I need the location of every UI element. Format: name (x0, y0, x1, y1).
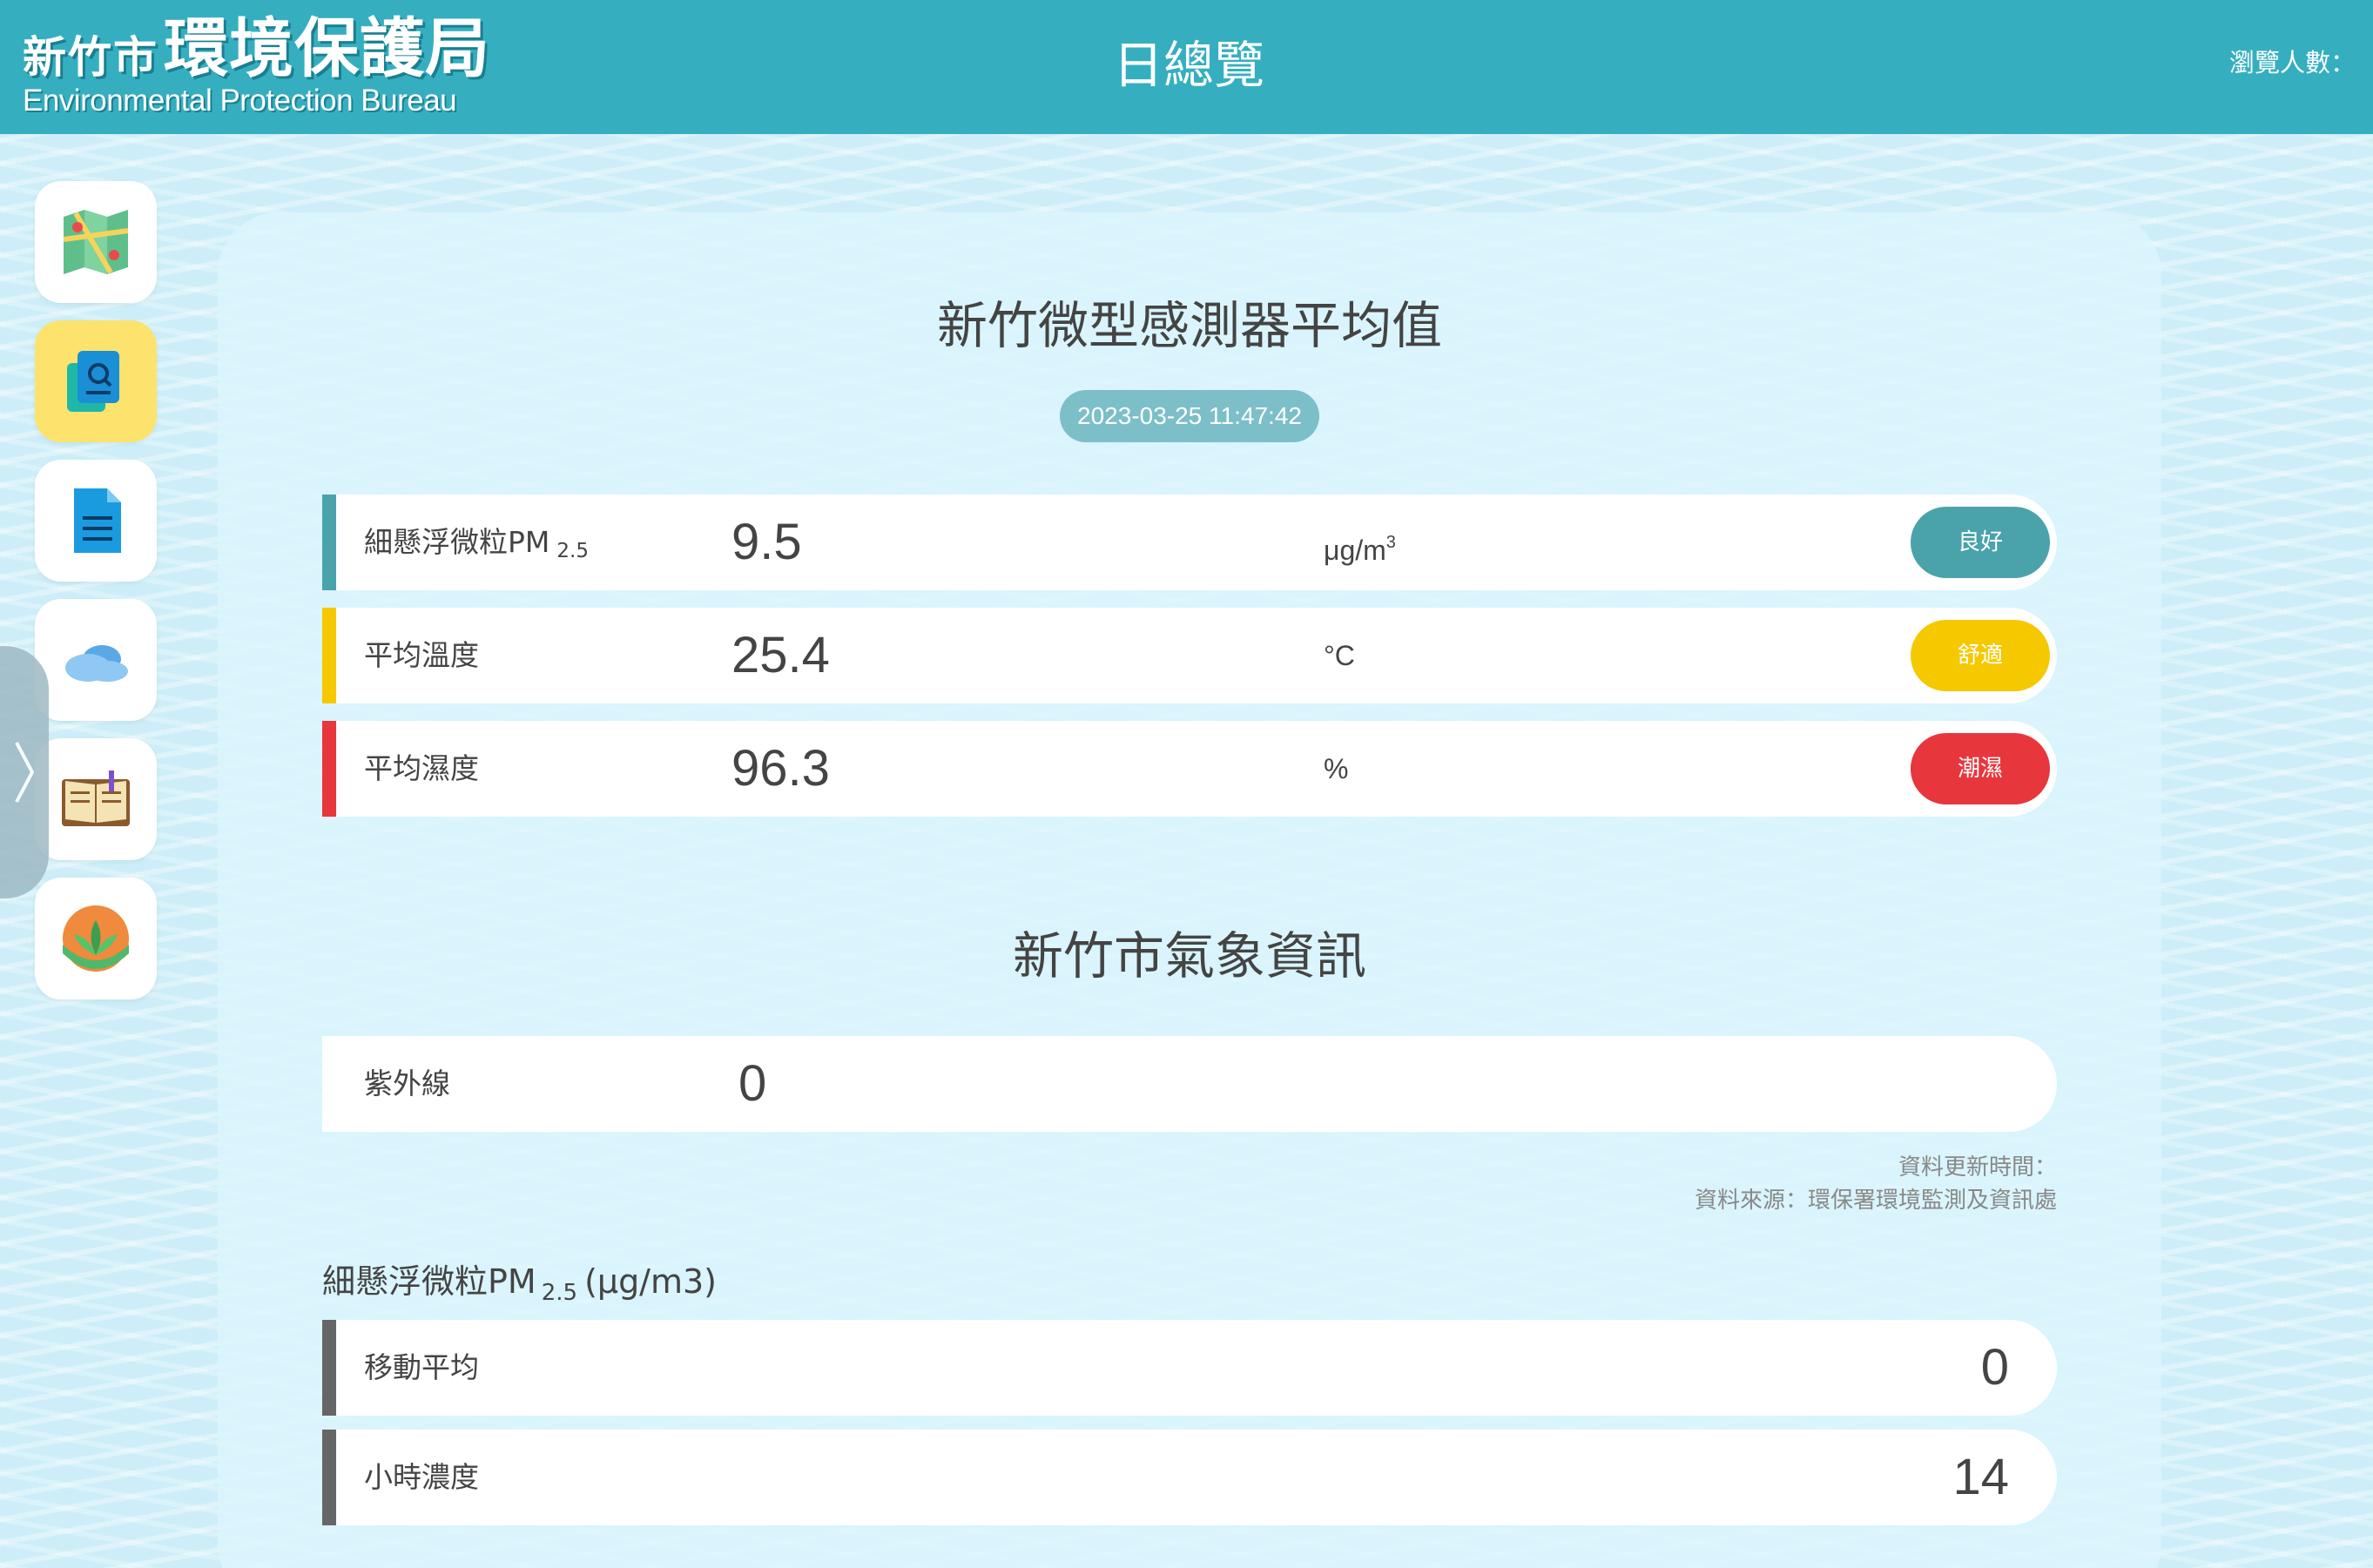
uv-label: 紫外線 (364, 1067, 450, 1100)
document-search-icon (67, 351, 119, 412)
row-unit: μg/m3 (1324, 533, 1396, 566)
timestamp-badge: 2023-03-25 11:47:42 (1060, 390, 1319, 442)
sensor-section-title: 新竹微型感測器平均值 (936, 296, 1442, 355)
update-time-label: 資料更新時間： (1898, 1154, 2057, 1181)
weather-section-title: 新竹市氣象資訊 (1012, 926, 1366, 986)
row-unit: °C (1324, 640, 1355, 671)
document-icon (74, 488, 121, 553)
row-label: 小時濃度 (364, 1460, 479, 1494)
sensor-row-pm25: 細懸浮微粒PM 2.5 9.5 μg/m3 良好 (322, 495, 2057, 590)
logo-agency-text: 環境保護局 (164, 11, 490, 86)
row-value: 96.3 (731, 740, 830, 797)
sidebar-item-knowledge[interactable] (35, 738, 157, 860)
pm25-row-moving-average: 移動平均 0 (322, 1320, 2057, 1416)
page-title: 日總覽 (1112, 36, 1264, 95)
pm25-row-hourly: 小時濃度 14 (322, 1430, 2057, 1525)
row-label: 平均溫度 (364, 638, 479, 672)
row-value: 25.4 (731, 627, 830, 683)
pm25-heading: 細懸浮微粒PM 2.5 (μg/m3) (322, 1262, 718, 1306)
row-color-bar (322, 495, 336, 590)
data-source-info: 資料更新時間： 資料來源：環保署環境監測及資訊處 (1695, 1151, 2057, 1217)
sidebar-toggle[interactable] (0, 646, 49, 898)
sidebar-item-daily-overview[interactable] (35, 320, 157, 442)
status-badge: 舒適 (1911, 620, 2050, 691)
row-value: 14 (1952, 1449, 2009, 1505)
row-label: 細懸浮微粒PM 2.5 (364, 525, 589, 562)
uv-value: 0 (738, 1055, 767, 1112)
epb-logo[interactable]: 新竹市 環境保護局 Environmental Protection Burea… (23, 11, 493, 118)
top-header: 新竹市 環境保護局 Environmental Protection Burea… (0, 0, 2373, 134)
sensor-row-temperature: 平均溫度 25.4 °C 舒適 (322, 608, 2057, 703)
uv-row: 紫外線 0 (322, 1036, 2057, 1132)
logo-city-text: 新竹市 (23, 32, 158, 83)
sidebar-item-document[interactable] (35, 460, 157, 582)
sidebar-item-map[interactable] (35, 181, 157, 303)
sidebar (35, 181, 157, 1017)
logo-english-text: Environmental Protection Bureau (23, 84, 457, 118)
status-badge: 良好 (1911, 507, 2050, 578)
row-color-bar (322, 1320, 336, 1416)
row-color-bar (322, 721, 336, 817)
chevron-right-icon (15, 742, 35, 803)
cloud-icon (65, 645, 128, 682)
sidebar-item-weather[interactable] (35, 599, 157, 721)
row-label: 移動平均 (364, 1350, 479, 1384)
eco-leaf-icon (63, 905, 129, 972)
status-badge: 潮濕 (1911, 733, 2050, 804)
row-color-bar (322, 608, 336, 703)
row-value: 0 (1980, 1339, 2009, 1396)
row-color-bar (322, 1430, 336, 1525)
source-label: 資料來源：環保署環境監測及資訊處 (1694, 1188, 2057, 1214)
map-icon (63, 210, 129, 274)
book-icon (62, 771, 130, 826)
main-card: 新竹微型感測器平均值 2023-03-25 11:47:42 細懸浮微粒PM 2.… (218, 212, 2161, 1568)
row-value: 9.5 (731, 514, 802, 570)
sensor-row-humidity: 平均濕度 96.3 % 潮濕 (322, 721, 2057, 817)
visitor-count: 瀏覽人數： (2228, 48, 2356, 77)
row-unit: % (1324, 753, 1349, 784)
row-label: 平均濕度 (364, 751, 479, 785)
sidebar-item-eco[interactable] (35, 878, 157, 999)
